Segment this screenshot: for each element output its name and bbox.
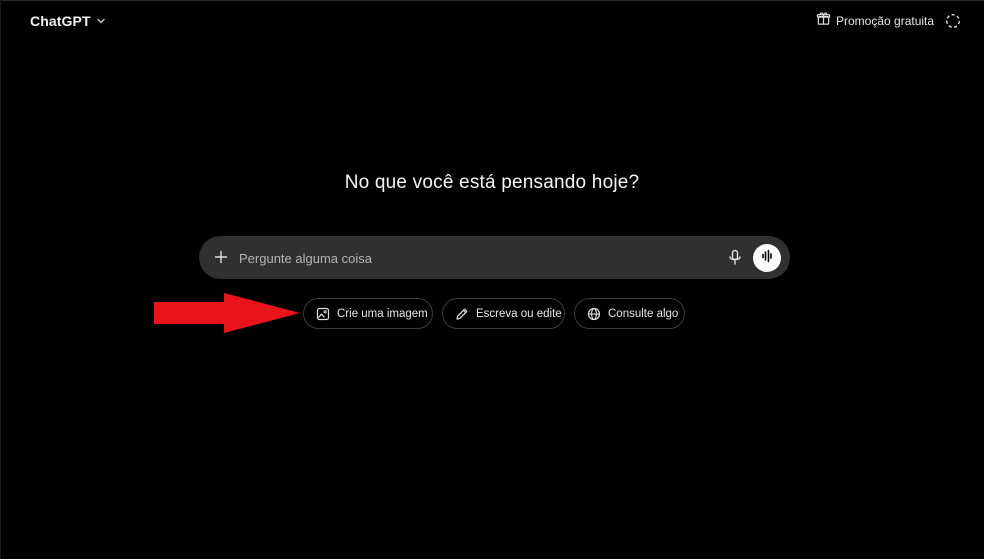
image-icon xyxy=(316,307,330,321)
gift-icon xyxy=(816,11,831,31)
dictate-button[interactable] xyxy=(726,248,744,267)
write-or-edit-chip[interactable]: Escreva ou edite xyxy=(442,298,565,329)
globe-icon xyxy=(587,307,601,321)
prompt-composer xyxy=(199,236,790,279)
chip-label: Crie uma imagem xyxy=(337,307,428,320)
voice-waveform-icon xyxy=(760,249,774,268)
chip-label: Consulte algo xyxy=(608,307,679,320)
chevron-down-icon xyxy=(95,15,107,27)
red-arrow-annotation xyxy=(154,293,300,333)
temporary-chat-button[interactable] xyxy=(944,12,962,30)
prompt-input[interactable] xyxy=(239,247,709,269)
pencil-icon xyxy=(455,307,469,321)
promo-label: Promoção gratuita xyxy=(836,14,935,28)
page-title: No que você está pensando hoje? xyxy=(344,172,640,193)
app-window: ChatGPT Promoção gratuita No que você es… xyxy=(0,0,984,559)
top-border xyxy=(0,0,984,1)
create-image-chip[interactable]: Crie uma imagem xyxy=(303,298,433,329)
left-border xyxy=(0,0,1,559)
voice-mode-button[interactable] xyxy=(753,244,781,272)
dashed-circle-icon xyxy=(944,13,962,34)
chip-label: Escreva ou edite xyxy=(476,307,562,320)
attach-button[interactable] xyxy=(211,247,231,267)
plus-icon xyxy=(211,250,231,271)
model-switcher-button[interactable]: ChatGPT xyxy=(22,10,115,32)
microphone-icon xyxy=(726,249,744,271)
app-title: ChatGPT xyxy=(30,13,91,29)
look-something-up-chip[interactable]: Consulte algo xyxy=(574,298,685,329)
free-promo-button[interactable]: Promoção gratuita xyxy=(816,11,934,31)
